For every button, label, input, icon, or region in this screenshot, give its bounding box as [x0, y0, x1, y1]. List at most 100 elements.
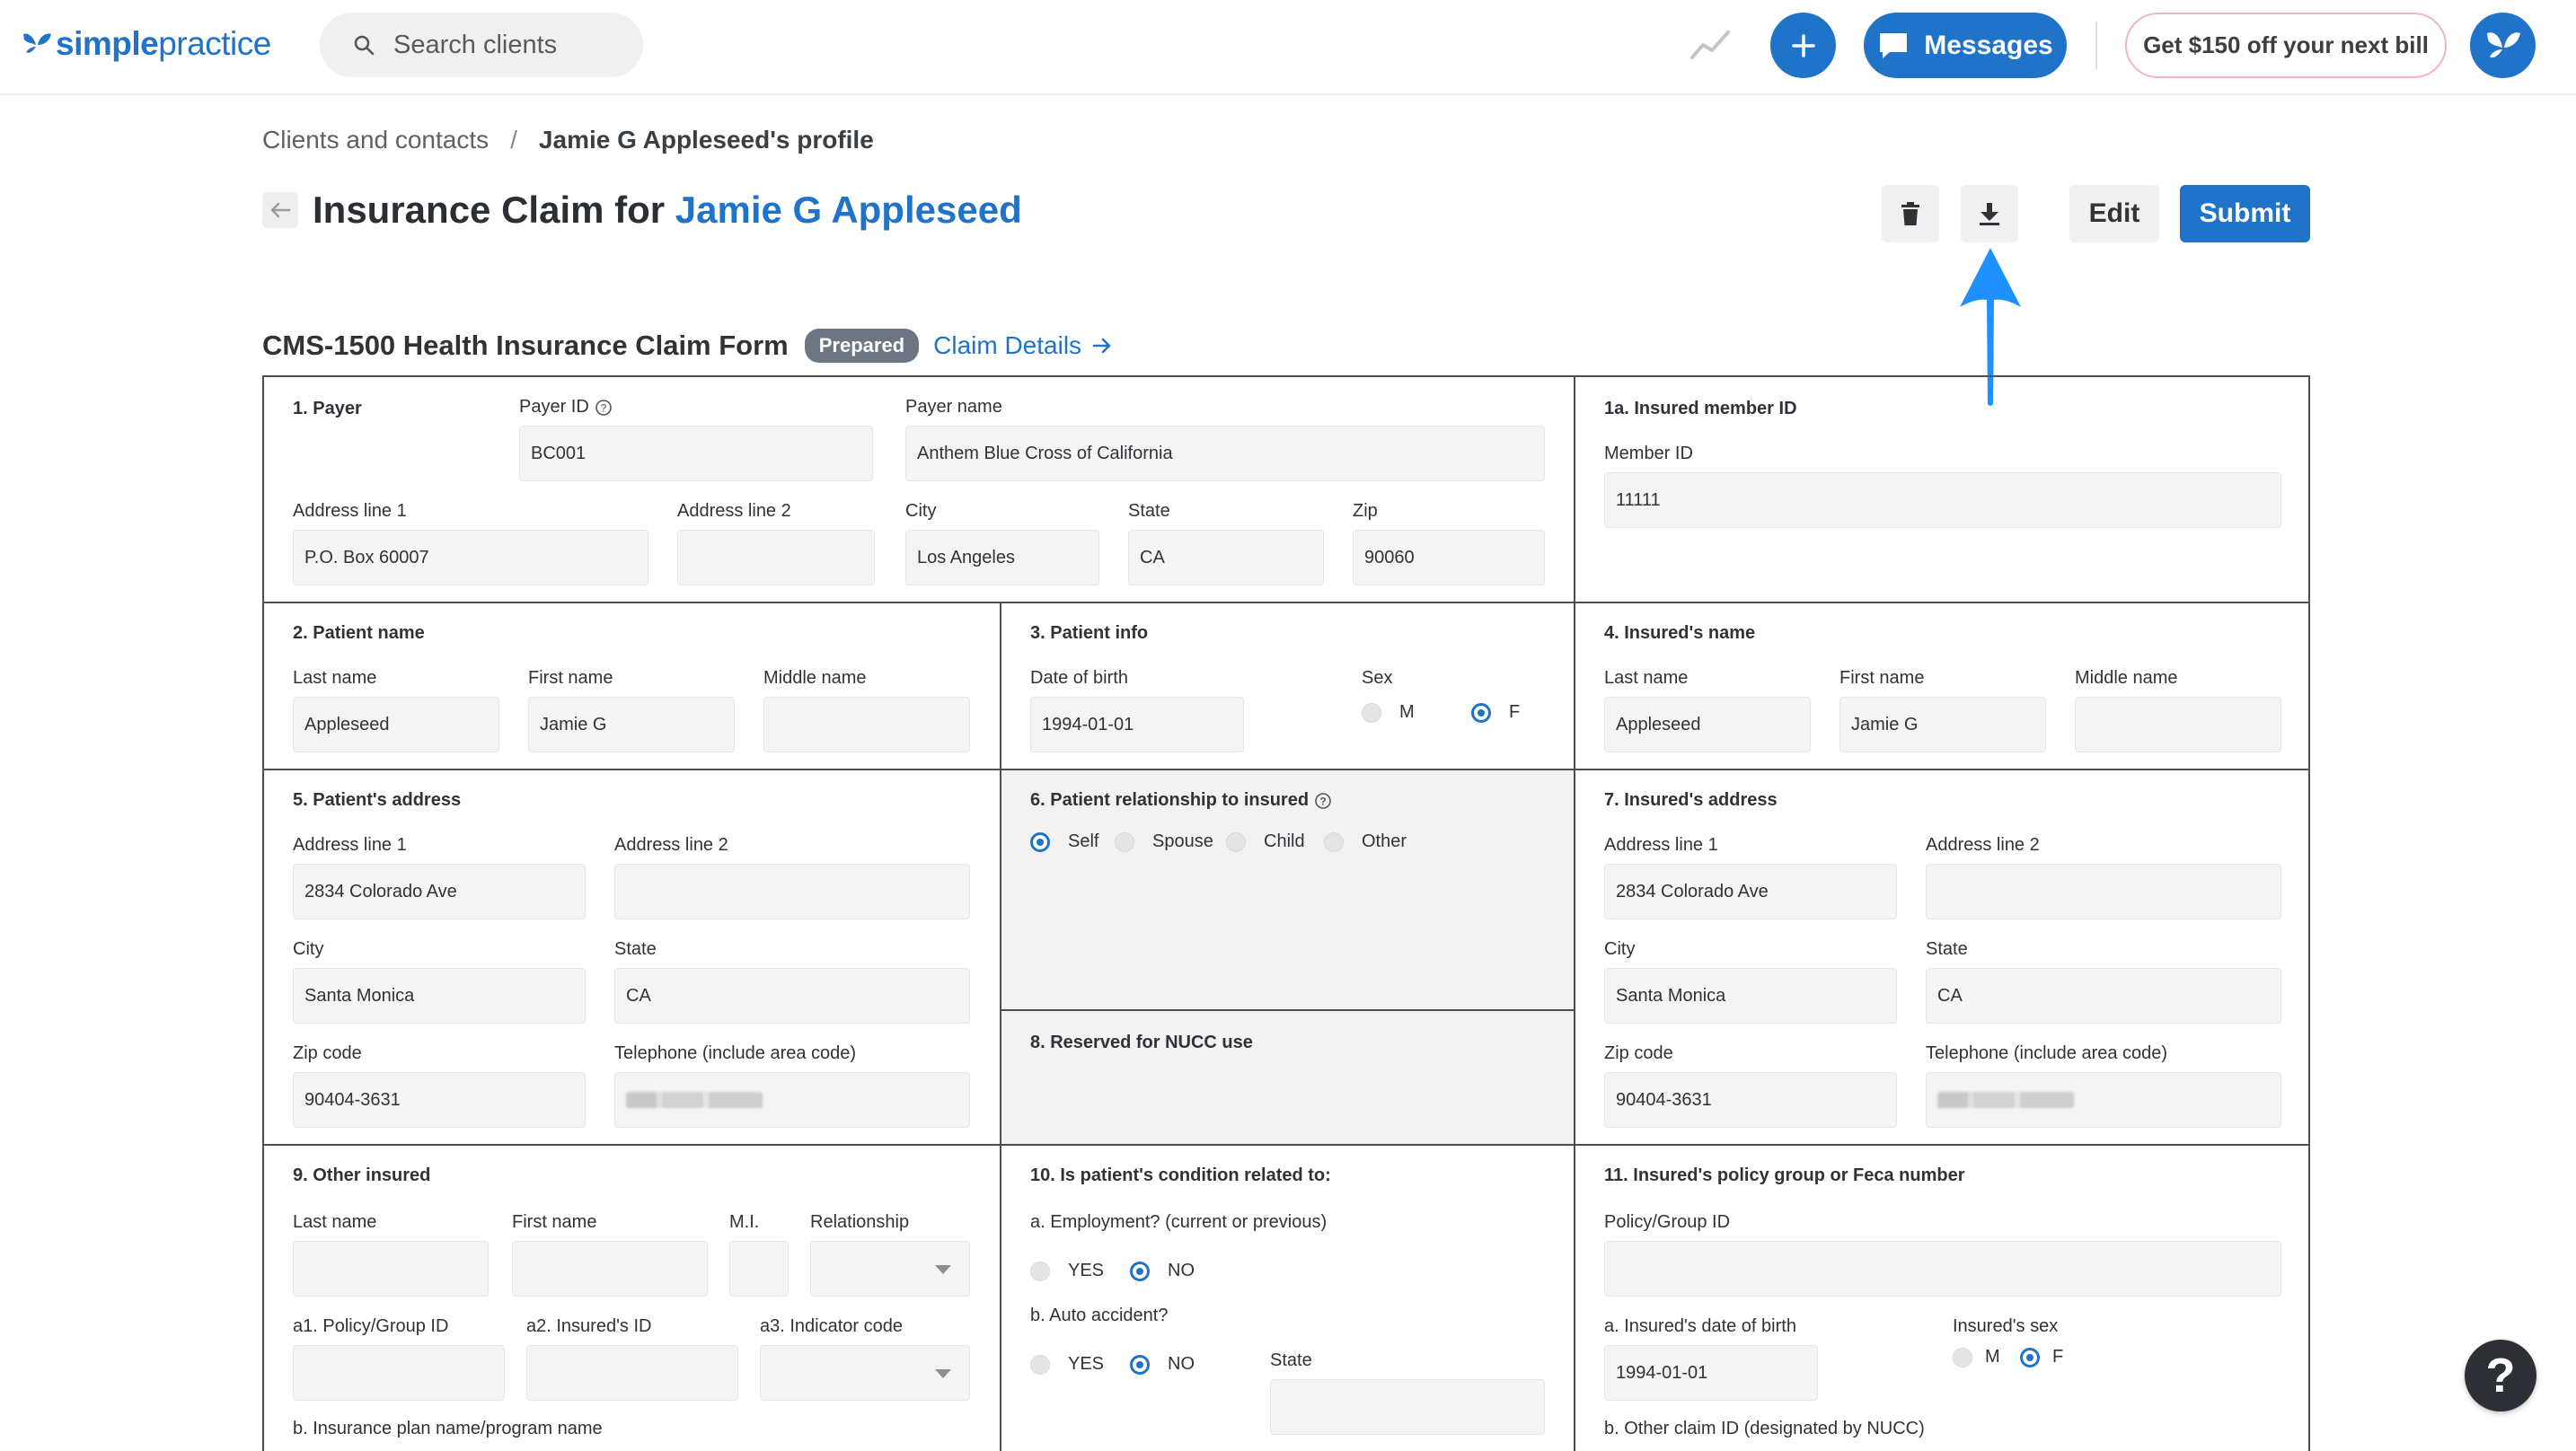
trend-icon[interactable] [1690, 29, 1730, 61]
payer-name-field[interactable]: Anthem Blue Cross of California [905, 426, 1545, 481]
patient-sex-m-radio[interactable]: M [1362, 702, 1415, 723]
grid-line [264, 602, 2308, 603]
auto-accident-no-radio[interactable]: NO [1130, 1354, 1195, 1375]
section-3-title: 3. Patient info [1030, 623, 1149, 643]
auto-accident-yes-radio[interactable]: YES [1030, 1354, 1104, 1375]
indicator-code-select[interactable] [760, 1345, 970, 1401]
insured-sex-m-radio[interactable]: M [1953, 1347, 2000, 1367]
policy-group-id-label: Policy/Group ID [1604, 1212, 1731, 1232]
download-icon [1980, 203, 1999, 225]
status-badge: Prepared [804, 329, 920, 363]
payer-name-label: Payer name [905, 397, 1002, 417]
other-policy-id-field[interactable] [293, 1345, 505, 1401]
patient-zip-field[interactable]: 90404-3631 [293, 1072, 586, 1128]
radio-dot [1324, 831, 1344, 852]
info-icon[interactable]: ? [1314, 792, 1332, 810]
page-title: Insurance Claim for Jamie G Appleseed [313, 189, 1022, 232]
delete-button[interactable] [1882, 185, 1939, 242]
info-icon[interactable]: ? [595, 399, 613, 417]
claim-details-link[interactable]: Claim Details [933, 331, 1112, 360]
help-icon: ? [2485, 1349, 2516, 1403]
relationship-self-radio[interactable]: Self [1030, 831, 1098, 852]
patient-address2-label: Address line 2 [614, 835, 728, 855]
payer-address2-field[interactable] [677, 530, 875, 585]
insured-phone-label: Telephone (include area code) [1926, 1043, 2168, 1063]
insured-state-field[interactable]: CA [1926, 968, 2281, 1024]
insured-dob-field[interactable]: 1994-01-01 [1604, 1345, 1818, 1401]
create-new-button[interactable] [1770, 13, 1836, 78]
patient-sex-label: Sex [1362, 668, 1393, 688]
grid-line [1574, 377, 1575, 1451]
insured-first-name-field[interactable]: Jamie G [1839, 697, 2046, 752]
payer-id-field[interactable]: BC001 [519, 426, 873, 481]
relationship-other-radio[interactable]: Other [1324, 831, 1407, 852]
promo-button[interactable]: Get $150 off your next bill [2125, 13, 2447, 78]
search-input[interactable] [393, 30, 618, 60]
patient-address1-field[interactable]: 2834 Colorado Ave [293, 864, 586, 919]
insured-last-name-label: Last name [1604, 668, 1689, 688]
patient-sex-f-radio[interactable]: F [1471, 702, 1520, 723]
patient-state-field[interactable]: CA [614, 968, 970, 1024]
employment-no-radio[interactable]: NO [1130, 1261, 1195, 1281]
patient-phone-field[interactable] [614, 1072, 970, 1128]
insured-address1-field[interactable]: 2834 Colorado Ave [1604, 864, 1897, 919]
employment-yes-radio[interactable]: YES [1030, 1261, 1104, 1281]
other-insured-last-label: Last name [293, 1212, 377, 1232]
other-insured-first-field[interactable] [512, 1241, 708, 1297]
relationship-child-radio[interactable]: Child [1226, 831, 1305, 852]
insured-phone-field[interactable] [1926, 1072, 2281, 1128]
messages-label: Messages [1924, 30, 2053, 60]
submit-button[interactable]: Submit [2180, 185, 2310, 242]
radio-dot-selected [1130, 1261, 1150, 1281]
other-insured-id-field[interactable] [526, 1345, 738, 1401]
accident-state-field[interactable] [1270, 1379, 1545, 1435]
form-heading: CMS-1500 Health Insurance Claim Form Pre… [262, 329, 1112, 363]
insured-zip-field[interactable]: 90404-3631 [1604, 1072, 1897, 1128]
other-insured-relationship-label: Relationship [810, 1212, 910, 1232]
payer-zip-field[interactable]: 90060 [1353, 530, 1545, 585]
search-box[interactable] [320, 13, 643, 77]
insured-address2-field[interactable] [1926, 864, 2281, 919]
patient-city-field[interactable]: Santa Monica [293, 968, 586, 1024]
breadcrumb-current[interactable]: Jamie G Appleseed's profile [539, 126, 874, 154]
section-1-title: 1. Payer [293, 399, 362, 418]
patient-middle-name-field[interactable] [763, 697, 970, 752]
payer-address1-field[interactable]: P.O. Box 60007 [293, 530, 648, 585]
patient-dob-field[interactable]: 1994-01-01 [1030, 697, 1244, 752]
radio-dot [1362, 702, 1381, 723]
policy-group-id-field[interactable] [1604, 1241, 2281, 1297]
other-insured-last-field[interactable] [293, 1241, 489, 1297]
member-id-field[interactable]: 11111 [1604, 472, 2281, 528]
insured-zip-label: Zip code [1604, 1043, 1673, 1063]
payer-city-field[interactable]: Los Angeles [905, 530, 1099, 585]
svg-text:?: ? [1319, 795, 1326, 807]
simplepractice-logo[interactable]: simplepractice [22, 22, 271, 66]
patient-address2-field[interactable] [614, 864, 970, 919]
patient-last-name-field[interactable]: Appleseed [293, 697, 499, 752]
breadcrumb-parent-link[interactable]: Clients and contacts [262, 126, 489, 154]
insured-last-name-field[interactable]: Appleseed [1604, 697, 1811, 752]
other-insured-relationship-select[interactable] [810, 1241, 970, 1297]
payer-state-field[interactable]: CA [1128, 530, 1324, 585]
back-button[interactable] [262, 192, 298, 228]
indicator-code-label: a3. Indicator code [760, 1316, 903, 1336]
section-5-title: 5. Patient's address [293, 790, 462, 810]
insured-middle-name-field[interactable] [2075, 697, 2281, 752]
radio-dot-selected [1471, 702, 1491, 723]
insured-first-name-label: First name [1839, 668, 1925, 688]
radio-dot-selected [1030, 831, 1050, 852]
edit-button[interactable]: Edit [2069, 185, 2159, 242]
help-button[interactable]: ? [2465, 1340, 2536, 1411]
client-name-link[interactable]: Jamie G Appleseed [675, 189, 1022, 231]
arrow-right-icon [1092, 338, 1111, 354]
messages-button[interactable]: Messages [1864, 13, 2067, 78]
insured-city-field[interactable]: Santa Monica [1604, 968, 1897, 1024]
patient-last-name-label: Last name [293, 668, 377, 688]
insured-sex-f-radio[interactable]: F [2020, 1347, 2063, 1367]
download-button[interactable] [1961, 185, 2018, 242]
relationship-spouse-radio[interactable]: Spouse [1115, 831, 1213, 852]
section-8-background [1001, 1011, 1575, 1144]
account-avatar[interactable] [2470, 13, 2536, 78]
patient-first-name-field[interactable]: Jamie G [528, 697, 735, 752]
other-insured-mi-field[interactable] [729, 1241, 789, 1297]
